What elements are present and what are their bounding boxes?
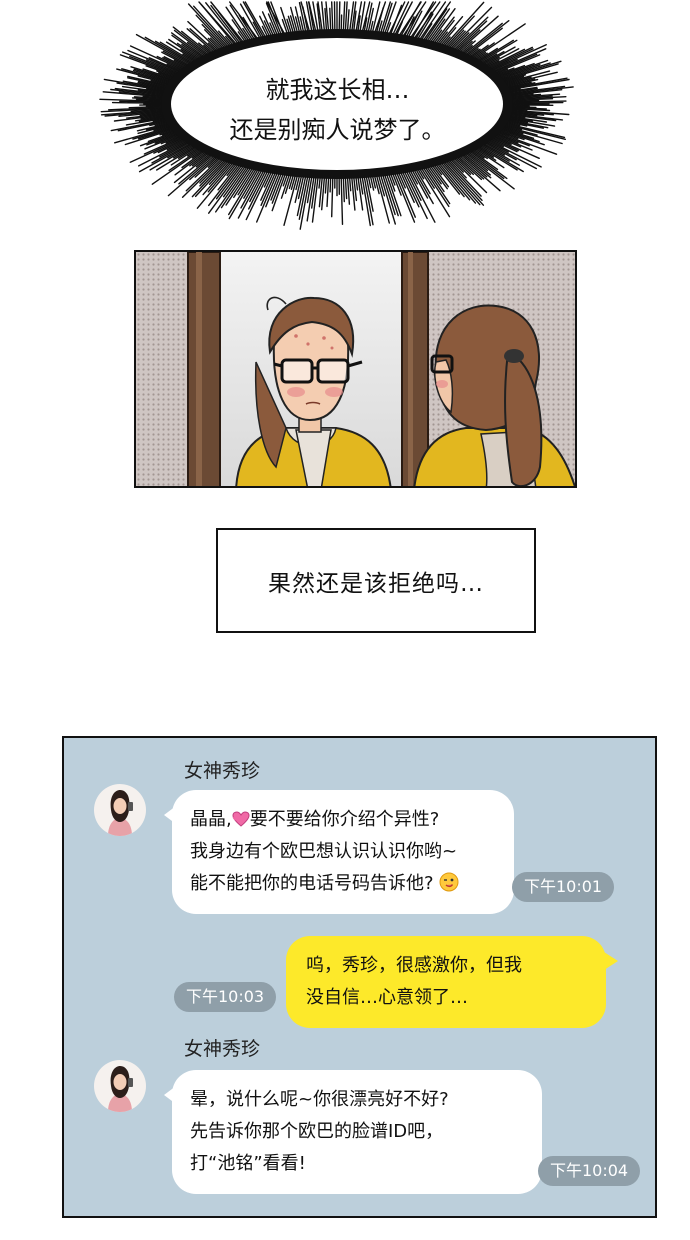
avatar-icon[interactable] <box>94 784 146 836</box>
message-timestamp: 下午10:04 <box>538 1156 641 1186</box>
chat-screen: 女神秀珍 晶晶, 要不要给你介绍个异性? 我身边有个欧巴想认识认识你哟~ 能不能把… <box>62 736 657 1218</box>
winking-face-emoji <box>439 872 459 892</box>
message-text: 没自信…心意领了… <box>306 987 468 1008</box>
avatar-icon[interactable] <box>94 1060 146 1112</box>
message-text: 呜，秀珍，很感激你，但我 <box>306 955 522 976</box>
mirror-comic-panel <box>134 250 577 488</box>
mirror-illustration <box>136 252 575 486</box>
narration-text: 果然还是该拒绝吗… <box>268 570 484 597</box>
heart-icon <box>232 811 250 827</box>
message-text: 晶晶, <box>190 809 232 830</box>
message-timestamp: 下午10:03 <box>174 982 277 1012</box>
sender-name: 女神秀珍 <box>184 1038 261 1060</box>
message-timestamp: 下午10:01 <box>512 872 615 902</box>
message-text: 晕，说什么呢~你很漂亮好不好? <box>190 1089 449 1110</box>
sender-name: 女神秀珍 <box>184 760 261 782</box>
message-text: 能不能把你的电话号码告诉他? <box>190 873 434 894</box>
incoming-message-bubble[interactable]: 晶晶, 要不要给你介绍个异性? 我身边有个欧巴想认识认识你哟~ 能不能把你的电话号… <box>172 790 514 914</box>
thought-line-2: 还是别痴人说梦了。 <box>229 116 446 144</box>
outgoing-message-bubble[interactable]: 呜，秀珍，很感激你，但我 没自信…心意领了… <box>286 936 606 1028</box>
message-text: 打“池铭”看看! <box>190 1153 306 1174</box>
thought-text: 就我这长相… 还是别痴人说梦了。 <box>95 70 580 150</box>
message-text: 先告诉你那个欧巴的脸谱ID吧， <box>190 1121 444 1142</box>
incoming-message-bubble[interactable]: 晕，说什么呢~你很漂亮好不好? 先告诉你那个欧巴的脸谱ID吧， 打“池铭”看看! <box>172 1070 542 1194</box>
message-text: 要不要给你介绍个异性? <box>249 809 440 830</box>
narration-caption-box: 果然还是该拒绝吗… <box>216 528 536 633</box>
message-text: 我身边有个欧巴想认识认识你哟~ <box>190 841 458 862</box>
thought-line-1: 就我这长相… <box>265 76 410 104</box>
